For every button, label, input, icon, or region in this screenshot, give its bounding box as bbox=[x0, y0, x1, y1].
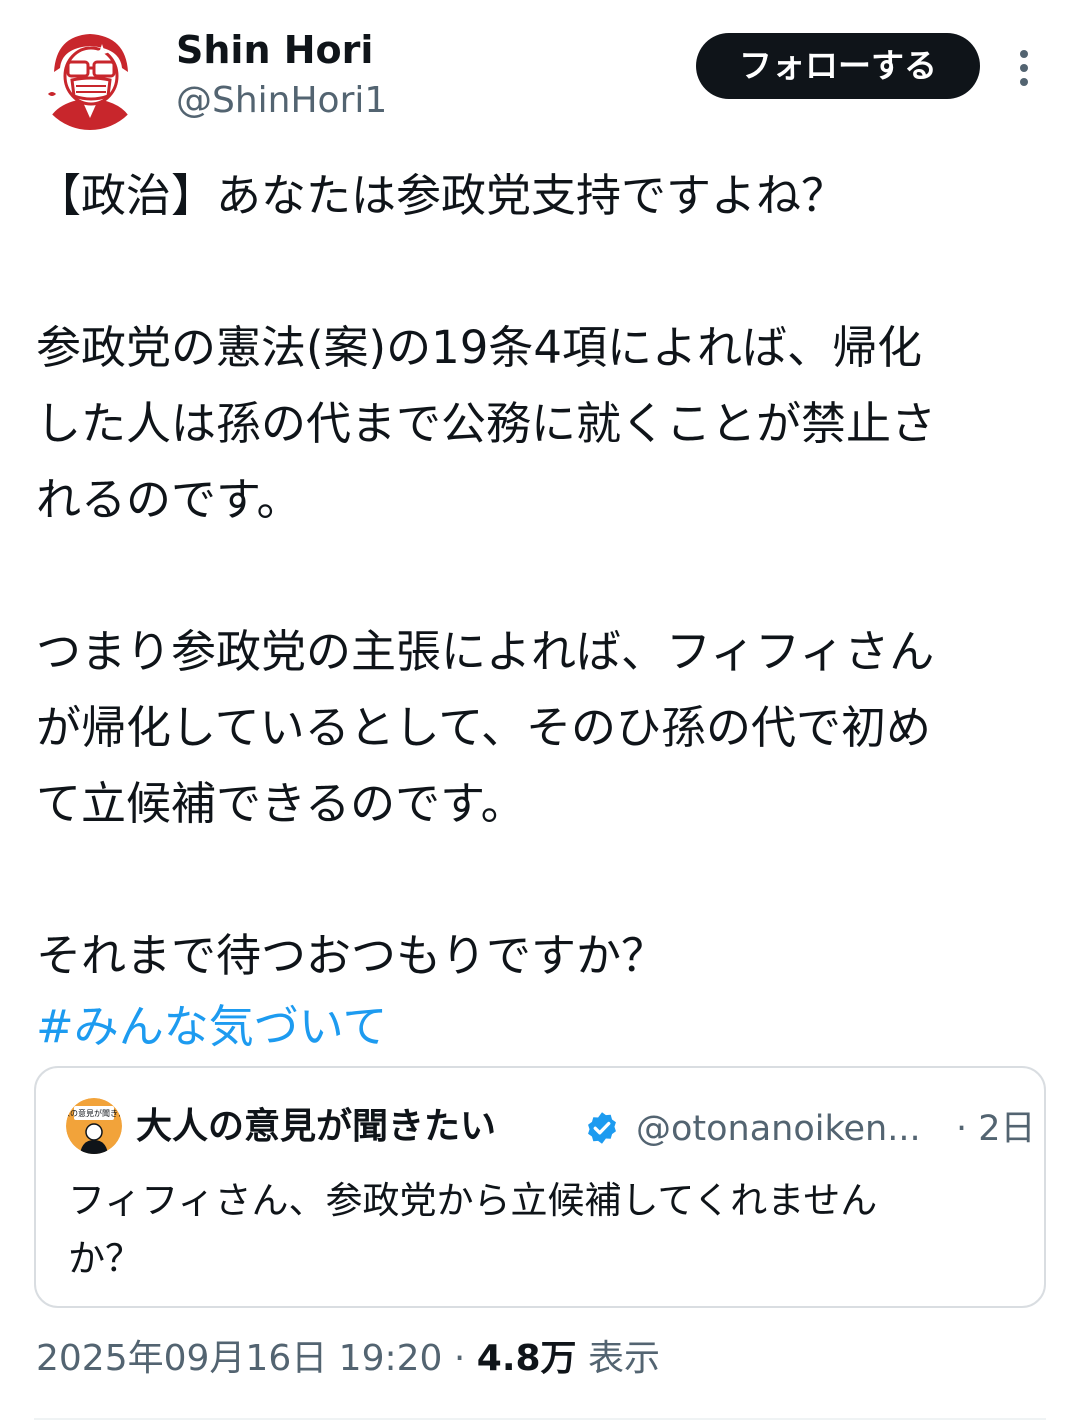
quoted-avatar-caption: 大人の意見が聞きたい bbox=[66, 1108, 122, 1118]
view-count: 4.8万 bbox=[476, 1338, 577, 1379]
quoted-author-avatar[interactable]: 大人の意見が聞きたい bbox=[66, 1098, 122, 1154]
tweet-datetime[interactable]: 2025年09月16日 19:20 · bbox=[36, 1338, 477, 1379]
author-avatar[interactable] bbox=[36, 22, 144, 130]
quoted-author-handle[interactable]: @otonanoiken... bbox=[636, 1106, 921, 1152]
view-label: 表示 bbox=[576, 1338, 660, 1379]
follow-button[interactable]: フォローする bbox=[696, 33, 980, 99]
tweet-detail: Shin Hori @ShinHori1 フォローする 【政治】あなたは参政党支… bbox=[0, 0, 1080, 1424]
tweet-line: れるのです。 bbox=[36, 473, 302, 526]
verified-badge-icon bbox=[584, 1110, 620, 1146]
quoted-tweet-card[interactable]: 大人の意見が聞きたい 大人の意見が聞きたい @otonanoiken... · … bbox=[34, 1066, 1046, 1308]
quoted-tweet-text: フィフィさん、参政党から立候補してくれません か？ bbox=[68, 1172, 1018, 1288]
more-options-icon[interactable] bbox=[1014, 48, 1034, 88]
author-handle[interactable]: @ShinHori1 bbox=[176, 78, 387, 124]
tweet-line: した人は孫の代まで公務に就くことが禁止さ bbox=[36, 397, 937, 450]
tweet-text: 【政治】あなたは参政党支持ですよね？ 参政党の憲法(案)の19条4項によれば、帰… bbox=[36, 158, 1046, 1060]
tweet-meta: 2025年09月16日 19:20 · 4.8万 表示 bbox=[36, 1334, 660, 1384]
quoted-timestamp[interactable]: · 2日 bbox=[956, 1106, 1036, 1152]
quoted-author-name[interactable]: 大人の意見が聞きたい bbox=[136, 1104, 496, 1150]
tweet-line: つまり参政党の主張によれば、フィフィさん bbox=[36, 625, 935, 678]
tweet-line: が帰化しているとして、そのひ孫の代で初め bbox=[36, 701, 932, 754]
quoted-line: フィフィさん、参政党から立候補してくれません bbox=[68, 1179, 878, 1222]
tweet-line: 参政党の憲法(案)の19条4項によれば、帰化 bbox=[36, 321, 923, 374]
author-name[interactable]: Shin Hori bbox=[176, 26, 373, 74]
tweet-line: て立候補できるのです。 bbox=[36, 777, 526, 830]
tweet-line: それまで待つおつもりですか？ bbox=[36, 929, 667, 982]
quoted-line: か？ bbox=[68, 1237, 142, 1280]
tweet-line: 【政治】あなたは参政党支持ですよね？ bbox=[36, 169, 847, 222]
hashtag-link[interactable]: #みんな気づいて bbox=[36, 994, 1046, 1060]
divider bbox=[34, 1418, 1046, 1420]
